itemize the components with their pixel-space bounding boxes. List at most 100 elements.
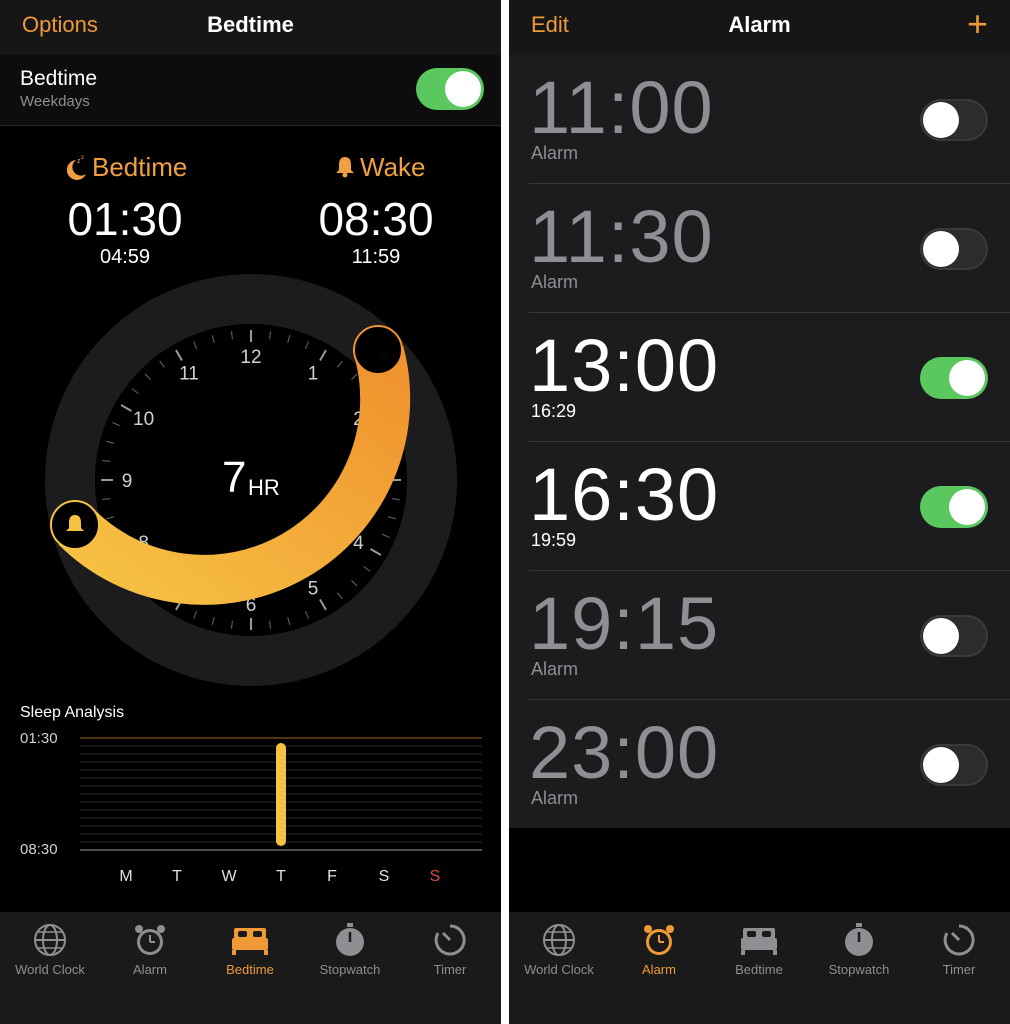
tab-world-clock[interactable]: World Clock <box>509 912 609 992</box>
tab-label: World Clock <box>524 962 594 977</box>
tab-stopwatch[interactable]: Stopwatch <box>300 912 400 992</box>
sleep-moon-icon: z z <box>66 155 86 180</box>
alarm-row[interactable]: 23:00 Alarm <box>529 700 1010 829</box>
alarm-row[interactable]: 16:30 19:59 <box>529 442 1010 571</box>
tab-timer[interactable]: Timer <box>400 912 500 992</box>
alarm-row[interactable]: 13:00 16:29 <box>529 313 1010 442</box>
globe-icon <box>34 924 66 956</box>
tab-label: World Clock <box>15 962 85 977</box>
tab-alarm[interactable]: Alarm <box>609 912 709 992</box>
wake-handle[interactable] <box>50 500 100 550</box>
toggle-knob <box>923 618 959 654</box>
alarm-time: 19:15 <box>529 582 720 665</box>
alarm-label: 19:59 <box>531 530 577 550</box>
alarm-time: 13:00 <box>529 324 720 407</box>
bedtime-row-label: Bedtime <box>20 67 98 90</box>
dial-number: 5 <box>308 578 319 599</box>
list-empty-area <box>509 828 1010 912</box>
tab-timer[interactable]: Timer <box>909 912 1009 992</box>
bedtime-dial[interactable]: 121234567891011 7 HR <box>0 260 501 700</box>
wake-header: Wake <box>334 152 454 184</box>
alarm-time: 11:00 <box>529 66 714 149</box>
alarm-clock-icon <box>135 925 165 955</box>
bedtime-schedule-row[interactable]: Bedtime Weekdays <box>0 55 501 126</box>
panel-divider <box>501 0 509 1024</box>
tab-bar: World Clock Alarm Bedtime Stopwatch Time… <box>509 912 1010 1024</box>
alarm-time: 11:30 <box>529 195 714 278</box>
sleep-bar <box>276 743 286 846</box>
sleep-y-top: 01:30 <box>20 730 58 747</box>
bedtime-toggle[interactable] <box>416 68 484 110</box>
alarm-toggle[interactable] <box>920 357 988 399</box>
bedtime-header: z z Bedtime <box>62 152 202 184</box>
tab-label: Timer <box>433 962 467 977</box>
add-alarm-button[interactable]: + <box>967 4 988 44</box>
timer-icon <box>434 924 466 956</box>
bedtime-time: 01:30 <box>67 193 183 245</box>
tab-bedtime[interactable]: Bedtime <box>200 912 300 992</box>
nav-bar: Edit Alarm + <box>509 0 1010 55</box>
tab-label: Bedtime <box>735 962 783 977</box>
svg-text:z: z <box>81 155 84 161</box>
bed-icon <box>232 928 268 955</box>
sleep-duration-value: 7 <box>222 453 246 502</box>
wake-time: 08:30 <box>318 193 434 245</box>
tab-stopwatch[interactable]: Stopwatch <box>809 912 909 992</box>
dial-number: 11 <box>179 364 199 385</box>
tab-label: Timer <box>942 962 976 977</box>
alarm-time: 23:00 <box>529 711 720 794</box>
sleep-analysis-chart <box>80 737 482 851</box>
alarm-toggle[interactable] <box>920 99 988 141</box>
alarm-screen: Edit Alarm + 11:00 Alarm 11:30 Alarm 13:… <box>509 0 1010 1024</box>
alarm-row[interactable]: 19:15 Alarm <box>529 571 1010 700</box>
bed-icon <box>741 928 777 955</box>
page-title: Bedtime <box>207 12 294 37</box>
alarm-time: 16:30 <box>529 453 720 536</box>
alarm-label: Alarm <box>531 659 579 679</box>
stopwatch-icon <box>845 923 873 956</box>
tab-label: Stopwatch <box>828 962 890 977</box>
alarm-toggle[interactable] <box>920 615 988 657</box>
day-label: F <box>327 868 337 885</box>
alarm-label: Alarm <box>531 788 579 808</box>
nav-bar: Options Bedtime <box>0 0 501 55</box>
alarm-toggle[interactable] <box>920 228 988 270</box>
alarm-label: Alarm <box>531 143 579 163</box>
dial-number: 1 <box>308 364 319 385</box>
dial-number: 10 <box>133 409 154 430</box>
alarm-label: 16:29 <box>531 401 577 421</box>
alarm-row[interactable]: 11:30 Alarm <box>529 184 1010 313</box>
bedtime-screen: Options Bedtime Bedtime Weekdays z z Bed… <box>0 0 501 1024</box>
globe-icon <box>543 924 575 956</box>
toggle-knob <box>923 231 959 267</box>
sleep-days-axis: M T W T F S S <box>80 868 480 888</box>
tab-world-clock[interactable]: World Clock <box>0 912 100 992</box>
toggle-knob <box>949 489 985 525</box>
alarm-toggle[interactable] <box>920 744 988 786</box>
alarm-clock-icon <box>644 925 674 955</box>
day-label: T <box>172 868 182 885</box>
tab-alarm[interactable]: Alarm <box>100 912 200 992</box>
bedtime-handle[interactable] <box>353 325 403 375</box>
day-label: T <box>276 868 286 885</box>
page-title: Alarm <box>728 12 791 37</box>
tab-label: Alarm <box>642 962 676 977</box>
tab-label: Bedtime <box>226 962 274 977</box>
day-label: W <box>221 868 237 885</box>
toggle-knob <box>923 747 959 783</box>
tab-bedtime[interactable]: Bedtime <box>709 912 809 992</box>
tab-label: Alarm <box>133 962 167 977</box>
sleep-duration-unit: HR <box>248 475 280 500</box>
day-label: S <box>429 868 441 885</box>
toggle-knob <box>949 360 985 396</box>
bedtime-row-schedule: Weekdays <box>20 93 90 110</box>
stopwatch-icon <box>336 923 364 956</box>
sleep-analysis-title: Sleep Analysis <box>20 704 125 721</box>
day-label: S <box>378 868 390 885</box>
alarm-row[interactable]: 11:00 Alarm <box>529 55 1010 184</box>
dial-number: 9 <box>122 471 133 492</box>
wake-label: Wake <box>360 152 426 182</box>
timer-icon <box>943 924 975 956</box>
alarm-toggle[interactable] <box>920 486 988 528</box>
toggle-knob <box>445 71 481 107</box>
